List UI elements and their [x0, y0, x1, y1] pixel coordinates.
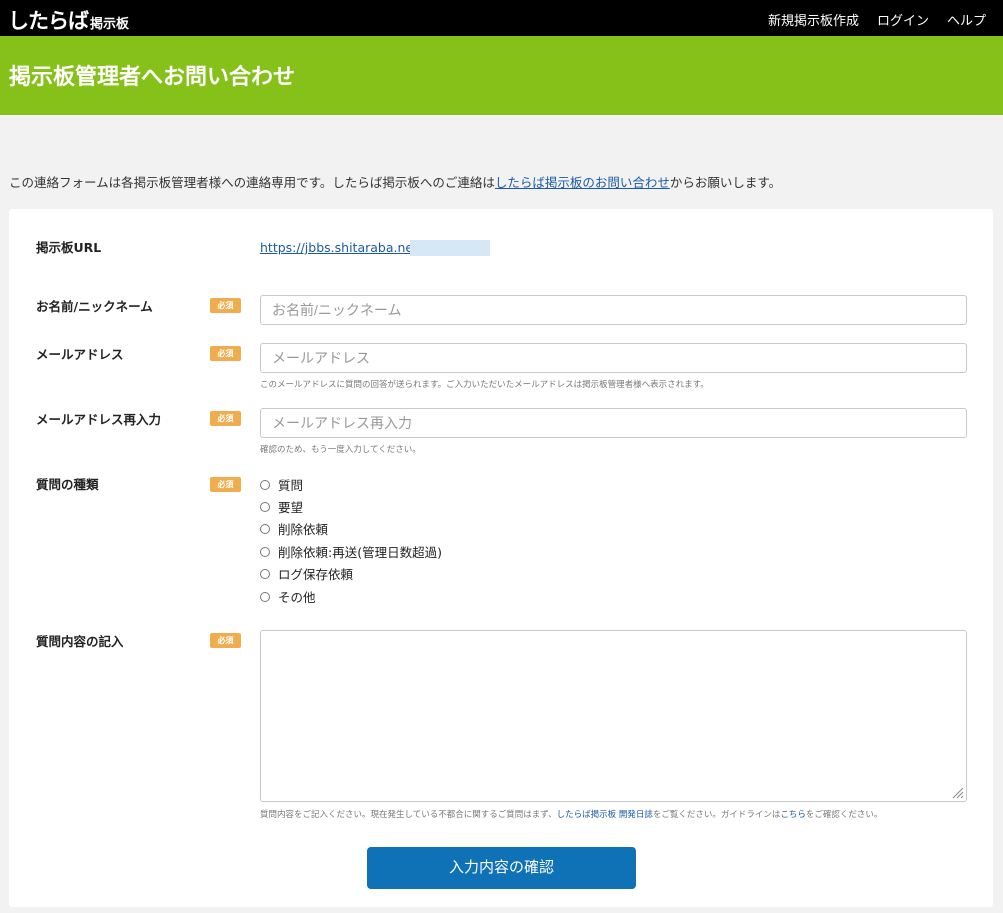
- required-badge: 必須: [210, 346, 241, 361]
- content-label: 質問内容の記入: [36, 634, 124, 649]
- content-help-before: 質問内容をご記入ください。現在発生している不都合に関するご質問はまず、: [260, 810, 557, 820]
- question-type-label: 質問の種類: [36, 477, 99, 492]
- radio-circle-icon[interactable]: [260, 568, 270, 579]
- required-badge: 必須: [210, 477, 241, 492]
- nav-help[interactable]: ヘルプ: [947, 10, 986, 29]
- content-help-text: 質問内容をご記入ください。現在発生している不都合に関するご質問はまず、したらば掲…: [260, 808, 882, 820]
- radio-request[interactable]: 要望: [260, 497, 303, 516]
- radio-circle-icon[interactable]: [260, 546, 270, 557]
- required-badge: 必須: [210, 298, 241, 313]
- radio-circle-icon[interactable]: [260, 523, 270, 534]
- radio-log-save[interactable]: ログ保存依頼: [260, 564, 353, 583]
- intro-before: この連絡フォームは各掲示板管理者様への連絡専用です。したらば掲示板へのご連絡は: [9, 175, 495, 190]
- radio-circle-icon[interactable]: [260, 591, 270, 602]
- radio-deletion-resend[interactable]: 削除依頼:再送(管理日数超過): [260, 542, 442, 561]
- radio-label: 要望: [278, 500, 304, 515]
- name-label: お名前/ニックネーム: [36, 299, 153, 314]
- resize-grip-icon[interactable]: [951, 786, 964, 799]
- email-input[interactable]: [260, 343, 967, 373]
- email-confirm-label: メールアドレス再入力: [36, 412, 162, 427]
- page-title: 掲示板管理者へお問い合わせ: [9, 65, 296, 90]
- content-help-after: をご確認ください。: [805, 810, 883, 820]
- site-logo[interactable]: したらば 掲示板: [8, 5, 129, 35]
- email-confirm-help-text: 確認のため、もう一度入力してください。: [260, 445, 421, 455]
- bbs-url-link[interactable]: https://jbbs.shitaraba.net/: [260, 240, 422, 255]
- intro-after: からお願いします。: [669, 175, 782, 190]
- guideline-link[interactable]: こちら: [780, 810, 806, 820]
- top-nav: 新規掲示板作成 ログイン ヘルプ: [768, 10, 986, 29]
- top-bar: したらば 掲示板 新規掲示板作成 ログイン ヘルプ: [0, 0, 1003, 36]
- nav-create-board[interactable]: 新規掲示板作成: [768, 10, 859, 29]
- required-badge: 必須: [210, 633, 241, 648]
- radio-circle-icon[interactable]: [260, 501, 270, 512]
- content-textarea[interactable]: [260, 630, 967, 802]
- radio-deletion[interactable]: 削除依頼: [260, 519, 328, 538]
- logo-main-text: したらば: [8, 9, 89, 33]
- intro-text: この連絡フォームは各掲示板管理者様への連絡専用です。したらば掲示板へのご連絡はし…: [9, 172, 781, 191]
- email-confirm-input[interactable]: [260, 408, 967, 438]
- radio-question[interactable]: 質問: [260, 475, 303, 494]
- required-badge: 必須: [210, 411, 241, 426]
- radio-label: 削除依頼:再送(管理日数超過): [278, 545, 442, 560]
- radio-label: その他: [278, 590, 316, 605]
- content-help-middle: をご覧ください。ガイドラインは: [652, 810, 781, 820]
- radio-circle-icon[interactable]: [260, 479, 270, 490]
- contact-link[interactable]: したらば掲示板のお問い合わせ: [495, 175, 670, 190]
- title-bar: 掲示板管理者へお問い合わせ: [0, 36, 1003, 115]
- name-input[interactable]: [260, 295, 967, 325]
- radio-label: ログ保存依頼: [278, 567, 354, 582]
- logo-sub-text: 掲示板: [90, 17, 130, 32]
- redacted-board-id: [410, 240, 490, 256]
- email-help-text: このメールアドレスに質問の回答が送られます。ご入力いただいたメールアドレスは掲示…: [260, 380, 709, 390]
- confirm-button[interactable]: 入力内容の確認: [367, 847, 636, 889]
- radio-label: 削除依頼: [278, 522, 329, 537]
- radio-other[interactable]: その他: [260, 587, 316, 606]
- radio-label: 質問: [278, 478, 304, 493]
- email-label: メールアドレス: [36, 347, 124, 362]
- dev-diary-link[interactable]: したらば掲示板 開発日誌: [557, 810, 653, 820]
- bbs-url-label: 掲示板URL: [36, 240, 102, 255]
- nav-login[interactable]: ログイン: [877, 10, 929, 29]
